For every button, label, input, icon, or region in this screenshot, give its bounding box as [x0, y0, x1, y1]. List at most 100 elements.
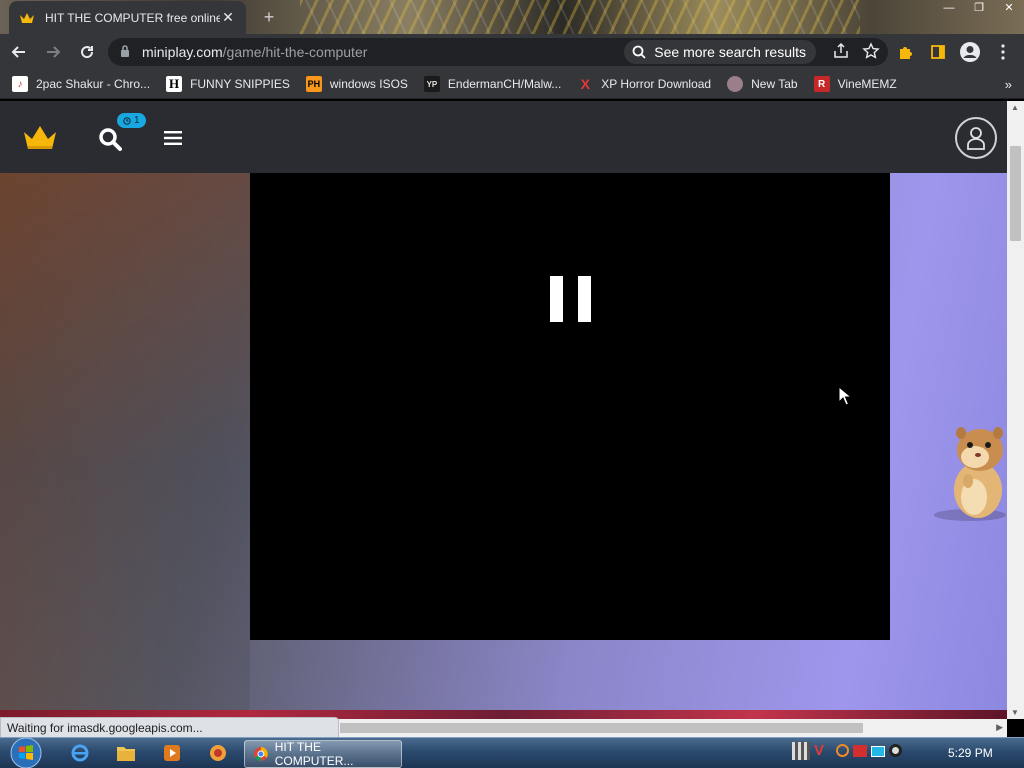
bookmark-label: XP Horror Download — [601, 77, 712, 91]
bookmarks-overflow-button[interactable]: » — [1005, 77, 1012, 92]
see-more-label: See more search results — [654, 44, 806, 60]
pause-bar-right — [578, 276, 591, 322]
window-controls: — ❐ ✕ — [934, 0, 1024, 18]
bookmark-label: windows ISOS — [329, 77, 408, 91]
url-text[interactable]: miniplay.com/game/hit-the-computer — [142, 44, 367, 60]
crown-favicon-icon — [19, 10, 35, 26]
side-panel-icon — [931, 45, 945, 59]
windows-taskbar: HIT THE COMPUTER... V 5:29 PM — [0, 737, 1024, 768]
omnibox-actions — [832, 42, 880, 60]
reload-icon — [81, 46, 94, 59]
taskbar-chrome-window[interactable]: HIT THE COMPUTER... — [244, 740, 402, 768]
see-more-search-results-chip[interactable]: See more search results — [624, 40, 816, 64]
bookmark-windows-isos[interactable]: PH windows ISOS — [305, 76, 408, 92]
address-bar[interactable]: miniplay.com/game/hit-the-computer See m… — [108, 38, 888, 66]
browser-toolbar: miniplay.com/game/hit-the-computer See m… — [0, 34, 1024, 70]
internet-explorer-icon[interactable] — [68, 742, 92, 764]
share-icon[interactable] — [832, 42, 850, 60]
tray-search-icon[interactable] — [836, 744, 849, 757]
url-host: miniplay.com — [142, 44, 223, 60]
start-button[interactable] — [6, 737, 46, 768]
taskbar-window-title: HIT THE COMPUTER... — [274, 740, 354, 768]
taskbar-clock[interactable]: 5:29 PM — [948, 746, 993, 760]
bookmark-favicon-icon: ♪ — [12, 76, 28, 92]
tray-qr-icon[interactable] — [792, 742, 810, 760]
profile-avatar-icon — [960, 42, 980, 62]
search-icon — [632, 45, 646, 59]
hamster-mascot-icon — [934, 427, 1006, 521]
extensions-button[interactable] — [891, 37, 921, 67]
bookmark-favicon-icon — [727, 76, 744, 92]
pause-icon[interactable] — [550, 276, 591, 322]
close-window-icon[interactable]: ✕ — [994, 0, 1024, 18]
forward-button[interactable] — [38, 37, 68, 67]
bookmark-2pac[interactable]: ♪ 2pac Shakur - Chro... — [12, 76, 150, 92]
windows-logo-icon — [10, 737, 42, 768]
notification-badge[interactable]: 1 — [117, 113, 146, 128]
user-icon — [967, 127, 985, 150]
bookmark-vinememz[interactable]: R VineMEMZ — [813, 76, 897, 92]
system-tray: V — [792, 742, 902, 764]
tray-volume-icon[interactable] — [889, 744, 902, 757]
bookmarks-bar: ♪ 2pac Shakur - Chro... H FUNNY SNIPPIES… — [0, 70, 1024, 99]
scroll-up-icon[interactable]: ▲ — [1011, 103, 1019, 112]
tray-network-icon[interactable] — [871, 746, 885, 757]
web-page: 1 — [0, 101, 1007, 710]
chrome-icon — [253, 747, 268, 761]
bookmark-favicon-icon: H — [166, 76, 183, 92]
theme-decoration — [300, 0, 860, 34]
restore-icon[interactable]: ❐ — [964, 0, 994, 18]
more-vertical-icon — [1001, 44, 1005, 60]
hamburger-menu-icon[interactable] — [164, 131, 182, 145]
site-search-icon[interactable] — [98, 127, 122, 151]
url-path: /game/hit-the-computer — [222, 44, 368, 60]
vertical-scroll-thumb[interactable] — [1010, 146, 1021, 241]
back-arrow-icon — [11, 46, 25, 58]
bookmark-star-icon[interactable] — [862, 42, 880, 60]
media-player-icon[interactable] — [160, 742, 184, 764]
tab-title: HIT THE COMPUTER free online — [45, 10, 220, 25]
screen: HIT THE COMPUTER free online ✕ + — ❐ ✕ m… — [0, 0, 1024, 768]
horizontal-scroll-thumb[interactable] — [340, 723, 863, 733]
game-canvas[interactable] — [250, 173, 890, 640]
lock-icon[interactable] — [118, 44, 134, 60]
scroll-down-icon[interactable]: ▼ — [1011, 708, 1019, 717]
status-bubble: Waiting for imasdk.googleapis.com... — [0, 717, 339, 738]
minimize-icon[interactable]: — — [934, 0, 964, 18]
bookmark-xp-horror[interactable]: X XP Horror Download — [577, 76, 712, 92]
chrome-menu-button[interactable] — [988, 37, 1018, 67]
bookmark-favicon-icon: X — [580, 76, 590, 92]
user-account-button[interactable] — [955, 117, 997, 159]
app-shortcut-icon[interactable] — [206, 742, 230, 764]
bookmark-favicon-icon: YP — [423, 76, 440, 92]
new-tab-button[interactable]: + — [258, 6, 280, 28]
back-button[interactable] — [4, 37, 34, 67]
reload-button[interactable] — [72, 37, 102, 67]
file-explorer-icon[interactable] — [114, 742, 138, 764]
puzzle-icon — [900, 47, 912, 59]
forward-arrow-icon — [47, 46, 61, 58]
browser-tab-active[interactable]: HIT THE COMPUTER free online ✕ — [9, 1, 246, 34]
tray-flag-icon[interactable] — [853, 745, 867, 757]
tab-strip: HIT THE COMPUTER free online ✕ + — ❐ ✕ — [0, 0, 1024, 34]
notification-count: 1 — [134, 115, 140, 126]
vertical-scrollbar[interactable]: ▲ ▼ — [1007, 101, 1024, 719]
tray-antivirus-icon[interactable]: V — [814, 742, 832, 760]
bookmark-label: New Tab — [751, 77, 798, 91]
bookmark-funny-snippies[interactable]: H FUNNY SNIPPIES — [166, 76, 290, 92]
bookmark-label: FUNNY SNIPPIES — [190, 77, 290, 91]
side-panel-button[interactable] — [923, 37, 953, 67]
background-shade — [0, 101, 250, 710]
bookmark-label: VineMEMZ — [837, 77, 897, 91]
crown-logo-icon[interactable] — [22, 123, 58, 151]
bookmark-favicon-icon: R — [813, 76, 830, 92]
tab-close-icon[interactable]: ✕ — [220, 9, 236, 26]
scroll-right-icon[interactable]: ▶ — [996, 722, 1003, 733]
bookmark-new-tab[interactable]: New Tab — [727, 76, 798, 92]
profile-button[interactable] — [955, 37, 985, 67]
bookmark-label: 2pac Shakur - Chro... — [36, 77, 151, 91]
clock-icon — [123, 116, 131, 125]
mouse-cursor-icon — [838, 386, 852, 406]
bookmark-label: EndermanCH/Malw... — [447, 77, 562, 91]
bookmark-endermanch[interactable]: YP EndermanCH/Malw... — [423, 76, 562, 92]
